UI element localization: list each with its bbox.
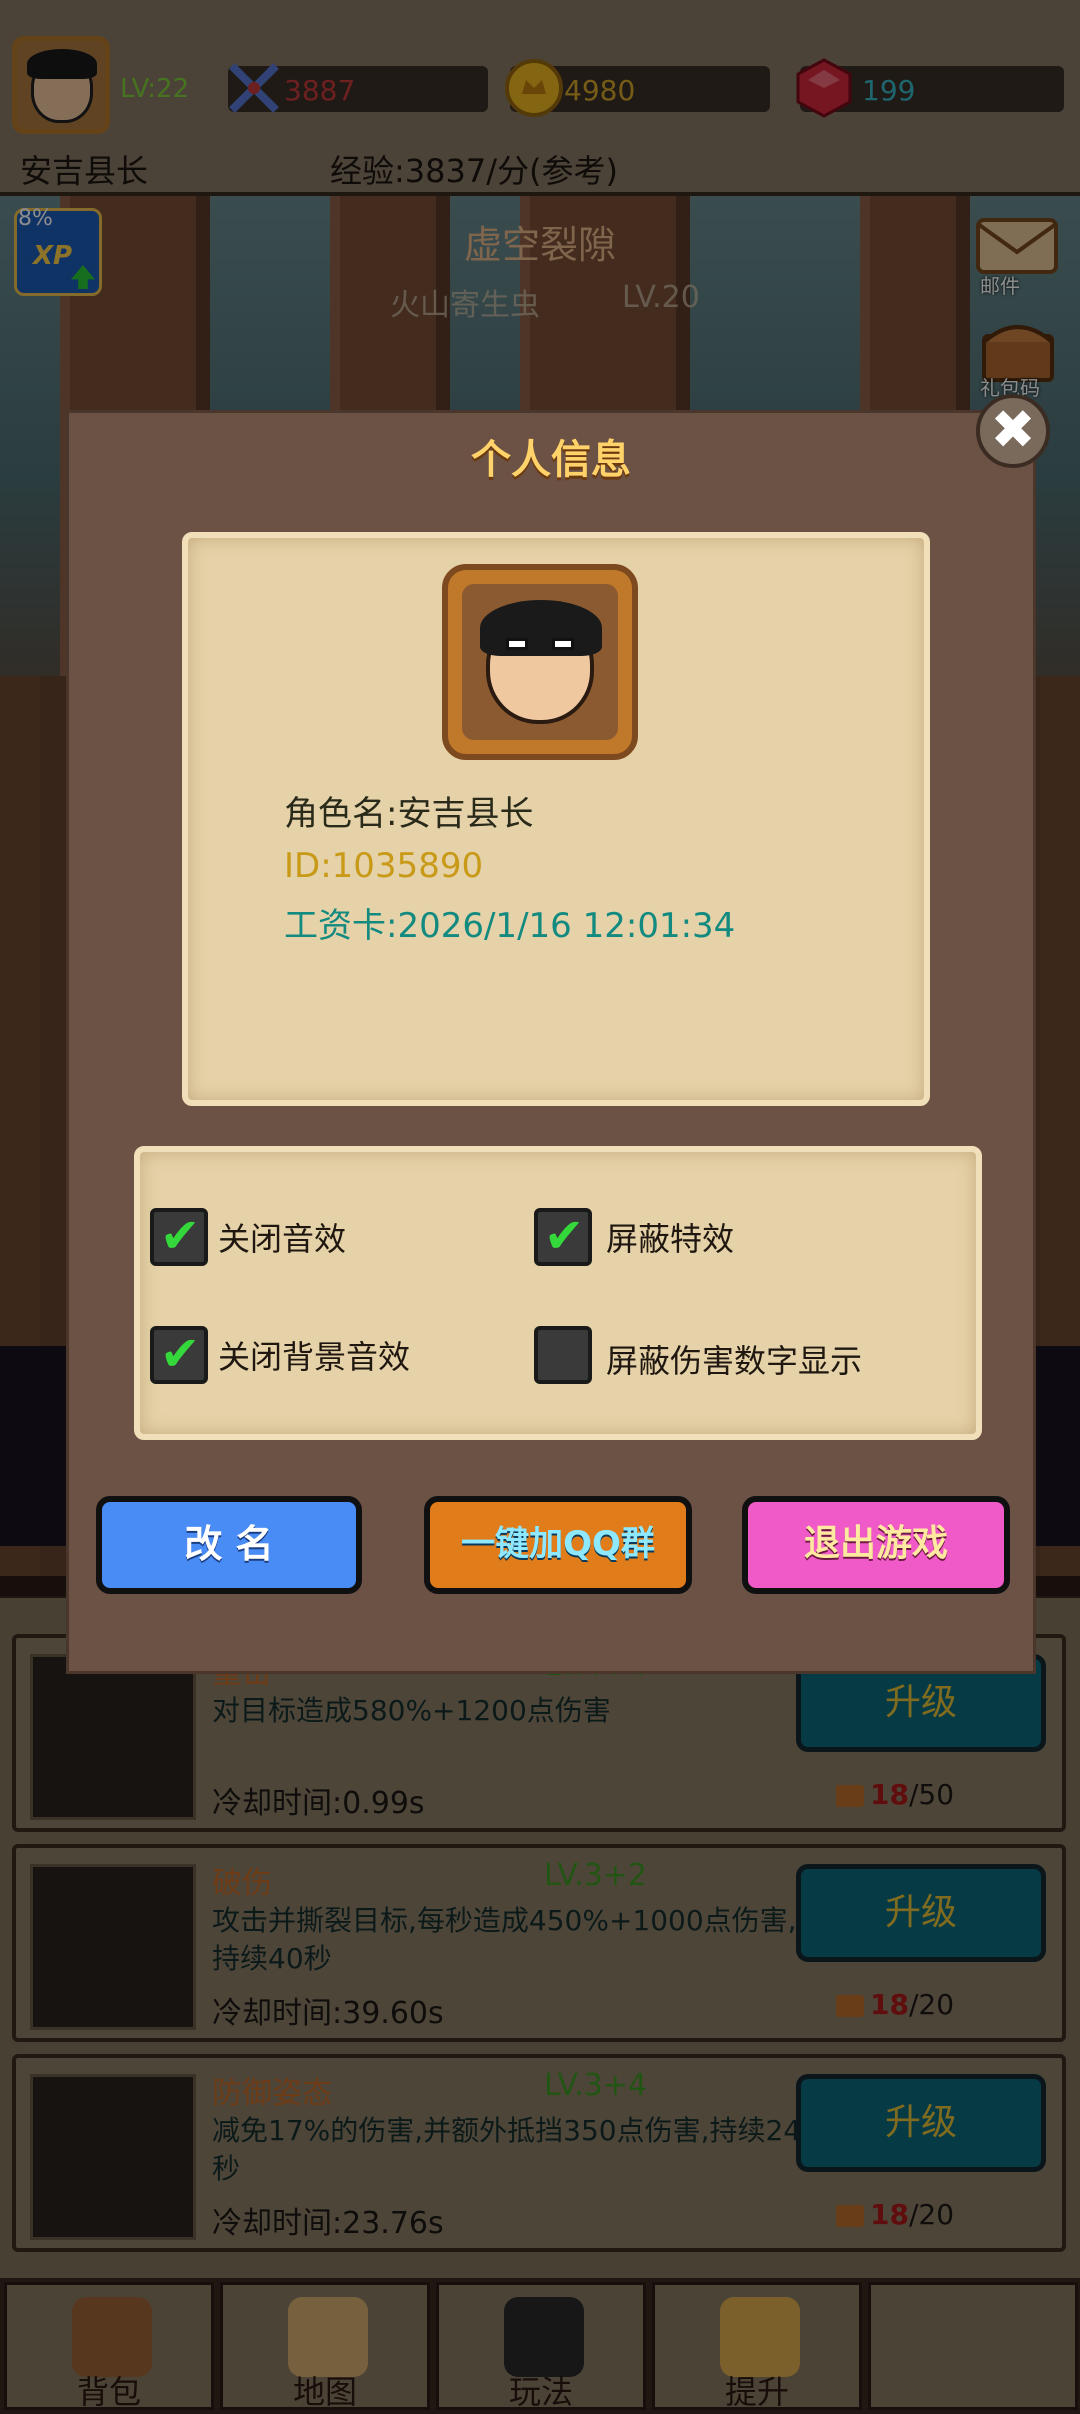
character-eye xyxy=(506,638,528,650)
character-hair xyxy=(480,600,602,656)
hide-damage-numbers-checkbox[interactable] xyxy=(534,1326,592,1384)
settings-card xyxy=(134,1146,982,1440)
player-id: ID:1035890 xyxy=(284,846,484,886)
rename-button[interactable]: 改 名 xyxy=(96,1496,362,1594)
exit-game-button[interactable]: 退出游戏 xyxy=(742,1496,1010,1594)
hide-effects-label: 屏蔽特效 xyxy=(606,1220,735,1258)
mute-bgm-checkbox[interactable] xyxy=(150,1326,208,1384)
mute-sound-label: 关闭音效 xyxy=(218,1220,347,1258)
hide-damage-numbers-label: 屏蔽伤害数字显示 xyxy=(606,1342,863,1380)
join-qq-group-button[interactable]: 一键加QQ群 xyxy=(424,1496,692,1594)
profile-portrait xyxy=(442,564,638,760)
close-button[interactable]: ✖ xyxy=(976,394,1050,468)
character-eye xyxy=(552,638,574,650)
mute-sound-checkbox[interactable] xyxy=(150,1208,208,1266)
mute-bgm-label: 关闭背景音效 xyxy=(218,1338,411,1376)
hide-effects-checkbox[interactable] xyxy=(534,1208,592,1266)
salary-card: 工资卡:2026/1/16 12:01:34 xyxy=(284,906,736,946)
role-name: 角色名:安吉县长 xyxy=(284,794,534,834)
modal-title: 个人信息 xyxy=(471,437,631,483)
portrait-frame xyxy=(462,584,618,740)
close-icon: ✖ xyxy=(990,398,1036,461)
